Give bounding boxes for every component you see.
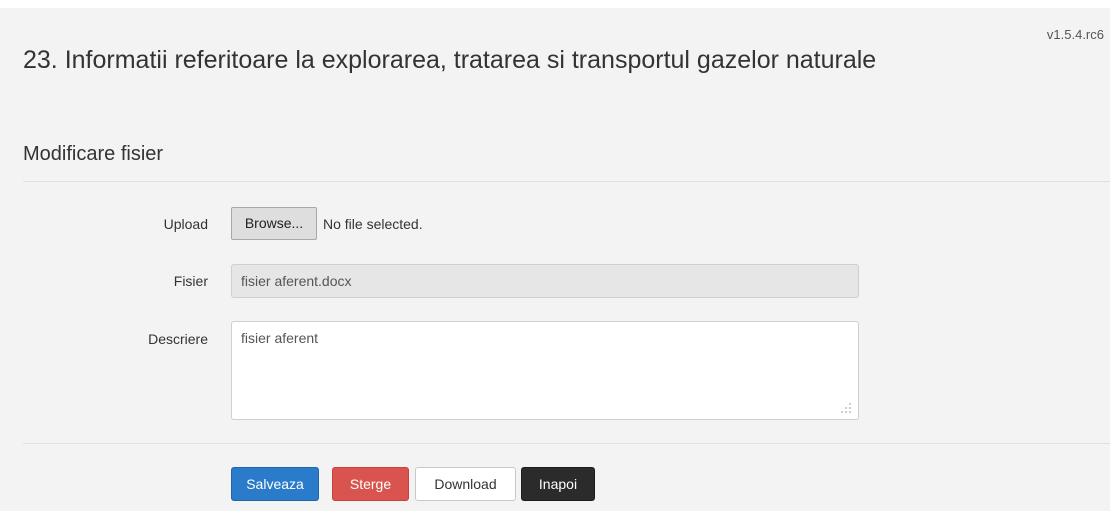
section-title: Modificare fisier bbox=[23, 143, 164, 165]
descriere-textarea[interactable]: fisier aferent bbox=[231, 321, 859, 420]
back-button[interactable]: Inapoi bbox=[521, 467, 595, 501]
section-divider bbox=[23, 181, 1110, 182]
fisier-label: Fisier bbox=[173, 273, 208, 289]
fisier-field: fisier aferent.docx bbox=[231, 264, 859, 298]
version-label: v1.5.4.rc6 bbox=[1046, 27, 1104, 42]
download-button[interactable]: Download bbox=[415, 467, 516, 501]
browse-button[interactable]: Browse... bbox=[231, 207, 317, 240]
actions-divider bbox=[23, 443, 1110, 444]
save-button[interactable]: Salveaza bbox=[231, 467, 319, 501]
resize-grip-icon[interactable] bbox=[840, 402, 852, 414]
descriere-text: fisier aferent bbox=[241, 330, 319, 346]
descriere-label: Descriere bbox=[148, 331, 208, 347]
top-strip bbox=[0, 0, 1110, 8]
upload-label: Upload bbox=[163, 216, 208, 232]
page-title: 23. Informatii referitoare la explorarea… bbox=[23, 46, 877, 74]
delete-button[interactable]: Sterge bbox=[332, 467, 409, 501]
file-status-text: No file selected. bbox=[323, 216, 423, 232]
